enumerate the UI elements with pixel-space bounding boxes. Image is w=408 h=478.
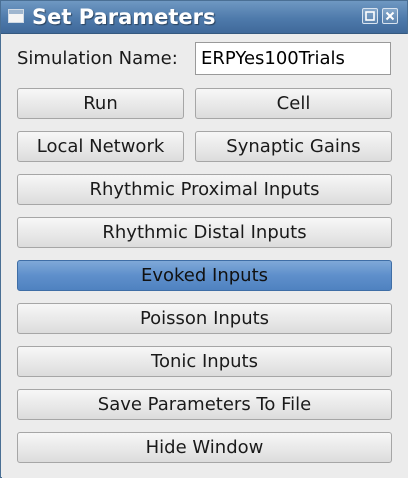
- simulation-name-label: Simulation Name:: [17, 48, 178, 69]
- app-window-icon[interactable]: [8, 9, 24, 23]
- run-button[interactable]: Run: [17, 88, 184, 119]
- poisson-inputs-button[interactable]: Poisson Inputs: [17, 303, 392, 334]
- maximize-icon: [365, 11, 375, 21]
- simulation-name-input[interactable]: [195, 42, 391, 75]
- set-parameters-window: Set Parameters Simulation Name: Run Cell…: [0, 0, 408, 478]
- rhythmic-proximal-inputs-button[interactable]: Rhythmic Proximal Inputs: [17, 174, 392, 205]
- local-network-button[interactable]: Local Network: [17, 131, 184, 162]
- evoked-inputs-button[interactable]: Evoked Inputs: [17, 260, 392, 291]
- synaptic-gains-button[interactable]: Synaptic Gains: [195, 131, 392, 162]
- close-button[interactable]: [382, 8, 398, 24]
- tonic-inputs-button[interactable]: Tonic Inputs: [17, 346, 392, 377]
- rhythmic-distal-inputs-button[interactable]: Rhythmic Distal Inputs: [17, 217, 392, 248]
- maximize-button[interactable]: [362, 8, 378, 24]
- save-parameters-button[interactable]: Save Parameters To File: [17, 389, 392, 420]
- window-title: Set Parameters: [32, 5, 216, 29]
- hide-window-button[interactable]: Hide Window: [17, 432, 392, 463]
- close-icon: [385, 11, 395, 21]
- title-bar[interactable]: Set Parameters: [1, 1, 407, 34]
- cell-button[interactable]: Cell: [195, 88, 392, 119]
